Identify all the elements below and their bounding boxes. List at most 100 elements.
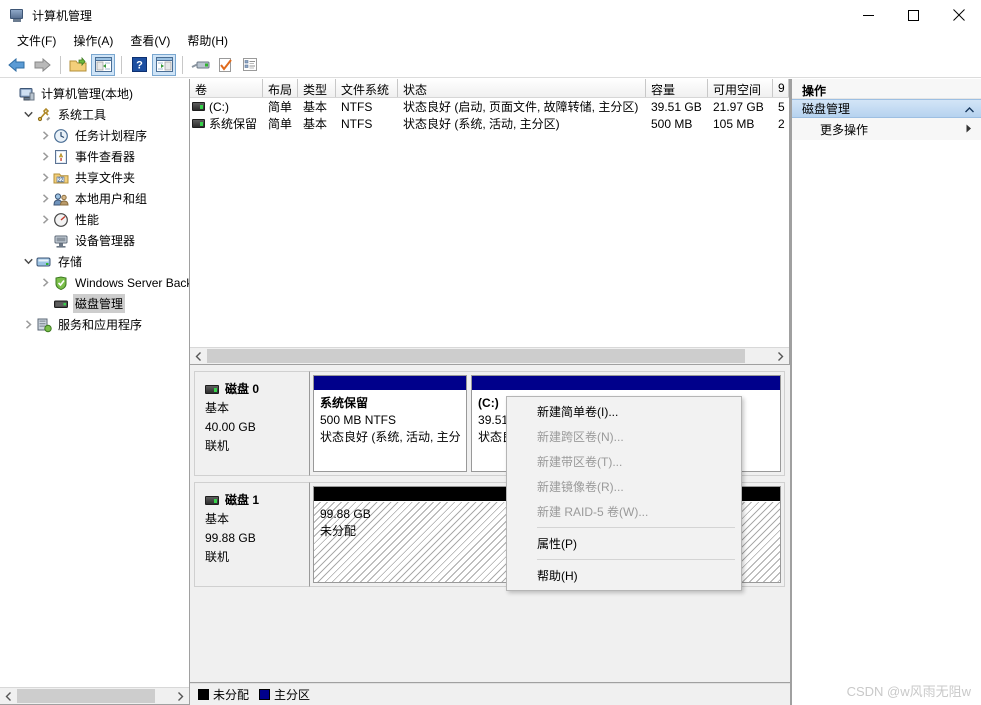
tree-item-4[interactable]: 22共享文件夹	[0, 167, 189, 188]
back-icon[interactable]	[5, 54, 29, 76]
volume-hscroll-track[interactable]	[207, 348, 772, 364]
volume-cell-pct: 2	[773, 117, 789, 131]
tree-expander-6[interactable]	[37, 212, 53, 228]
tree-item-1[interactable]: 系统工具	[0, 104, 189, 125]
volume-hscroll-right-arrow[interactable]	[772, 348, 789, 364]
partition-name: 系统保留	[320, 395, 460, 412]
toolbar-separator-3	[182, 56, 183, 74]
volume-column-header-1[interactable]: 布局	[263, 79, 298, 97]
disk-state: 联机	[205, 548, 309, 567]
tree-expander-4[interactable]	[37, 170, 53, 186]
svg-text:22: 22	[58, 177, 64, 183]
chevron-up-icon[interactable]	[965, 102, 974, 116]
volume-column-header-2[interactable]: 类型	[298, 79, 336, 97]
tree-item-label: 性能	[73, 210, 101, 229]
volume-row[interactable]: 系统保留简单基本NTFS状态良好 (系统, 活动, 主分区)500 MB105 …	[190, 115, 789, 132]
volume-column-header-5[interactable]: 容量	[646, 79, 708, 97]
volume-column-header-0[interactable]: 卷	[190, 79, 263, 97]
console-tree[interactable]: 计算机管理(本地)系统工具任务计划程序事件查看器22共享文件夹本地用户和组性能设…	[0, 79, 189, 687]
tree-item-11[interactable]: 服务和应用程序	[0, 314, 189, 335]
show-action-pane-icon[interactable]	[152, 54, 176, 76]
volume-column-header-4[interactable]: 状态	[398, 79, 646, 97]
partition-size-fs: 500 MB NTFS	[320, 412, 460, 429]
volume-cell-layout: 简单	[263, 115, 298, 132]
close-button[interactable]	[936, 0, 981, 30]
tree-item-label: 设备管理器	[73, 231, 137, 250]
disk-info-0[interactable]: 磁盘 0基本40.00 GB联机	[194, 371, 310, 476]
tree-hscrollbar[interactable]	[0, 687, 189, 704]
context-menu[interactable]: 新建简单卷(I)...新建跨区卷(N)...新建带区卷(T)...新建镜像卷(R…	[506, 396, 742, 591]
tree-expander-11[interactable]	[20, 317, 36, 333]
minimize-button[interactable]	[846, 0, 891, 30]
tree-item-7[interactable]: 设备管理器	[0, 230, 189, 251]
volume-list-hscrollbar[interactable]	[190, 347, 789, 364]
tree-expander-1[interactable]	[20, 107, 36, 123]
tree-hscroll-left-arrow[interactable]	[0, 688, 17, 704]
context-menu-item-6[interactable]: 帮助(H)	[507, 563, 741, 588]
tree-item-label: 系统工具	[56, 105, 108, 124]
tree-hscroll-track[interactable]	[17, 688, 172, 704]
volume-column-header-3[interactable]: 文件系统	[336, 79, 398, 97]
tree-item-6[interactable]: 性能	[0, 209, 189, 230]
tree-item-2[interactable]: 任务计划程序	[0, 125, 189, 146]
volume-row[interactable]: (C:)简单基本NTFS状态良好 (启动, 页面文件, 故障转储, 主分区)39…	[190, 98, 789, 115]
volume-name: (C:)	[209, 100, 229, 114]
tree-expander-9[interactable]	[37, 275, 53, 291]
tree-item-3[interactable]: 事件查看器	[0, 146, 189, 167]
performance-icon	[53, 212, 69, 228]
legend-label-primary: 主分区	[274, 686, 310, 703]
action-item-more-actions[interactable]: 更多操作	[792, 118, 981, 140]
disk-type: 基本	[205, 510, 309, 529]
volume-column-header-6[interactable]: 可用空间	[708, 79, 773, 97]
console-tree-panel: 计算机管理(本地)系统工具任务计划程序事件查看器22共享文件夹本地用户和组性能设…	[0, 79, 190, 705]
tree-item-label: 存储	[56, 252, 84, 271]
connect-icon[interactable]	[188, 54, 212, 76]
up-folder-icon[interactable]	[66, 54, 90, 76]
disk-title-row: 磁盘 1	[205, 491, 309, 510]
tree-hscroll-thumb[interactable]	[17, 689, 155, 703]
tree-expander-3[interactable]	[37, 149, 53, 165]
actions-group-header[interactable]: 磁盘管理	[792, 99, 981, 118]
show-hide-tree-icon[interactable]	[91, 54, 115, 76]
legend-label-unallocated: 未分配	[213, 686, 249, 703]
help-icon[interactable]: ?	[127, 54, 151, 76]
menu-file[interactable]: 文件(F)	[9, 30, 65, 52]
tree-item-10[interactable]: 磁盘管理	[0, 293, 189, 314]
volume-column-header-7[interactable]: 9	[773, 79, 789, 97]
maximize-button[interactable]	[891, 0, 936, 30]
tree-item-5[interactable]: 本地用户和组	[0, 188, 189, 209]
disk-size: 40.00 GB	[205, 418, 309, 437]
context-menu-separator-5	[537, 559, 735, 560]
disk-info-1[interactable]: 磁盘 1基本99.88 GB联机	[194, 482, 310, 587]
volume-hscroll-left-arrow[interactable]	[190, 348, 207, 364]
partition-0-0[interactable]: 系统保留500 MB NTFS状态良好 (系统, 活动, 主分	[313, 375, 467, 472]
volume-hscroll-thumb[interactable]	[207, 349, 745, 363]
tree-expander-2[interactable]	[37, 128, 53, 144]
tree-expander-8[interactable]	[20, 254, 36, 270]
toolbar: ?	[0, 52, 981, 78]
menu-action[interactable]: 操作(A)	[65, 30, 122, 52]
services-icon	[36, 317, 52, 333]
forward-icon[interactable]	[30, 54, 54, 76]
tree-item-label: 事件查看器	[73, 147, 137, 166]
tree-item-0[interactable]: 计算机管理(本地)	[0, 83, 189, 104]
menu-view[interactable]: 查看(V)	[122, 30, 179, 52]
volume-list-rows[interactable]: (C:)简单基本NTFS状态良好 (启动, 页面文件, 故障转储, 主分区)39…	[190, 98, 789, 347]
context-menu-item-0[interactable]: 新建简单卷(I)...	[507, 399, 741, 424]
context-menu-item-5[interactable]: 属性(P)	[507, 531, 741, 556]
tree-item-8[interactable]: 存储	[0, 251, 189, 272]
legend-item-primary: 主分区	[259, 686, 310, 703]
tree-expander-0	[3, 86, 19, 102]
tree-hscroll-right-arrow[interactable]	[172, 688, 189, 704]
tree-item-9[interactable]: Windows Server Back	[0, 272, 189, 293]
volume-list-header[interactable]: 卷布局类型文件系统状态容量可用空间9	[190, 79, 789, 98]
volume-disk-icon	[192, 119, 205, 128]
menu-help[interactable]: 帮助(H)	[179, 30, 237, 52]
refresh-icon[interactable]	[213, 54, 237, 76]
disk-name: 磁盘 0	[225, 380, 259, 399]
legend-item-unallocated: 未分配	[198, 686, 249, 703]
properties-list-icon[interactable]	[238, 54, 262, 76]
tree-expander-5[interactable]	[37, 191, 53, 207]
legend-swatch-primary	[259, 689, 270, 700]
actions-panel: 操作 磁盘管理 更多操作	[791, 79, 981, 705]
